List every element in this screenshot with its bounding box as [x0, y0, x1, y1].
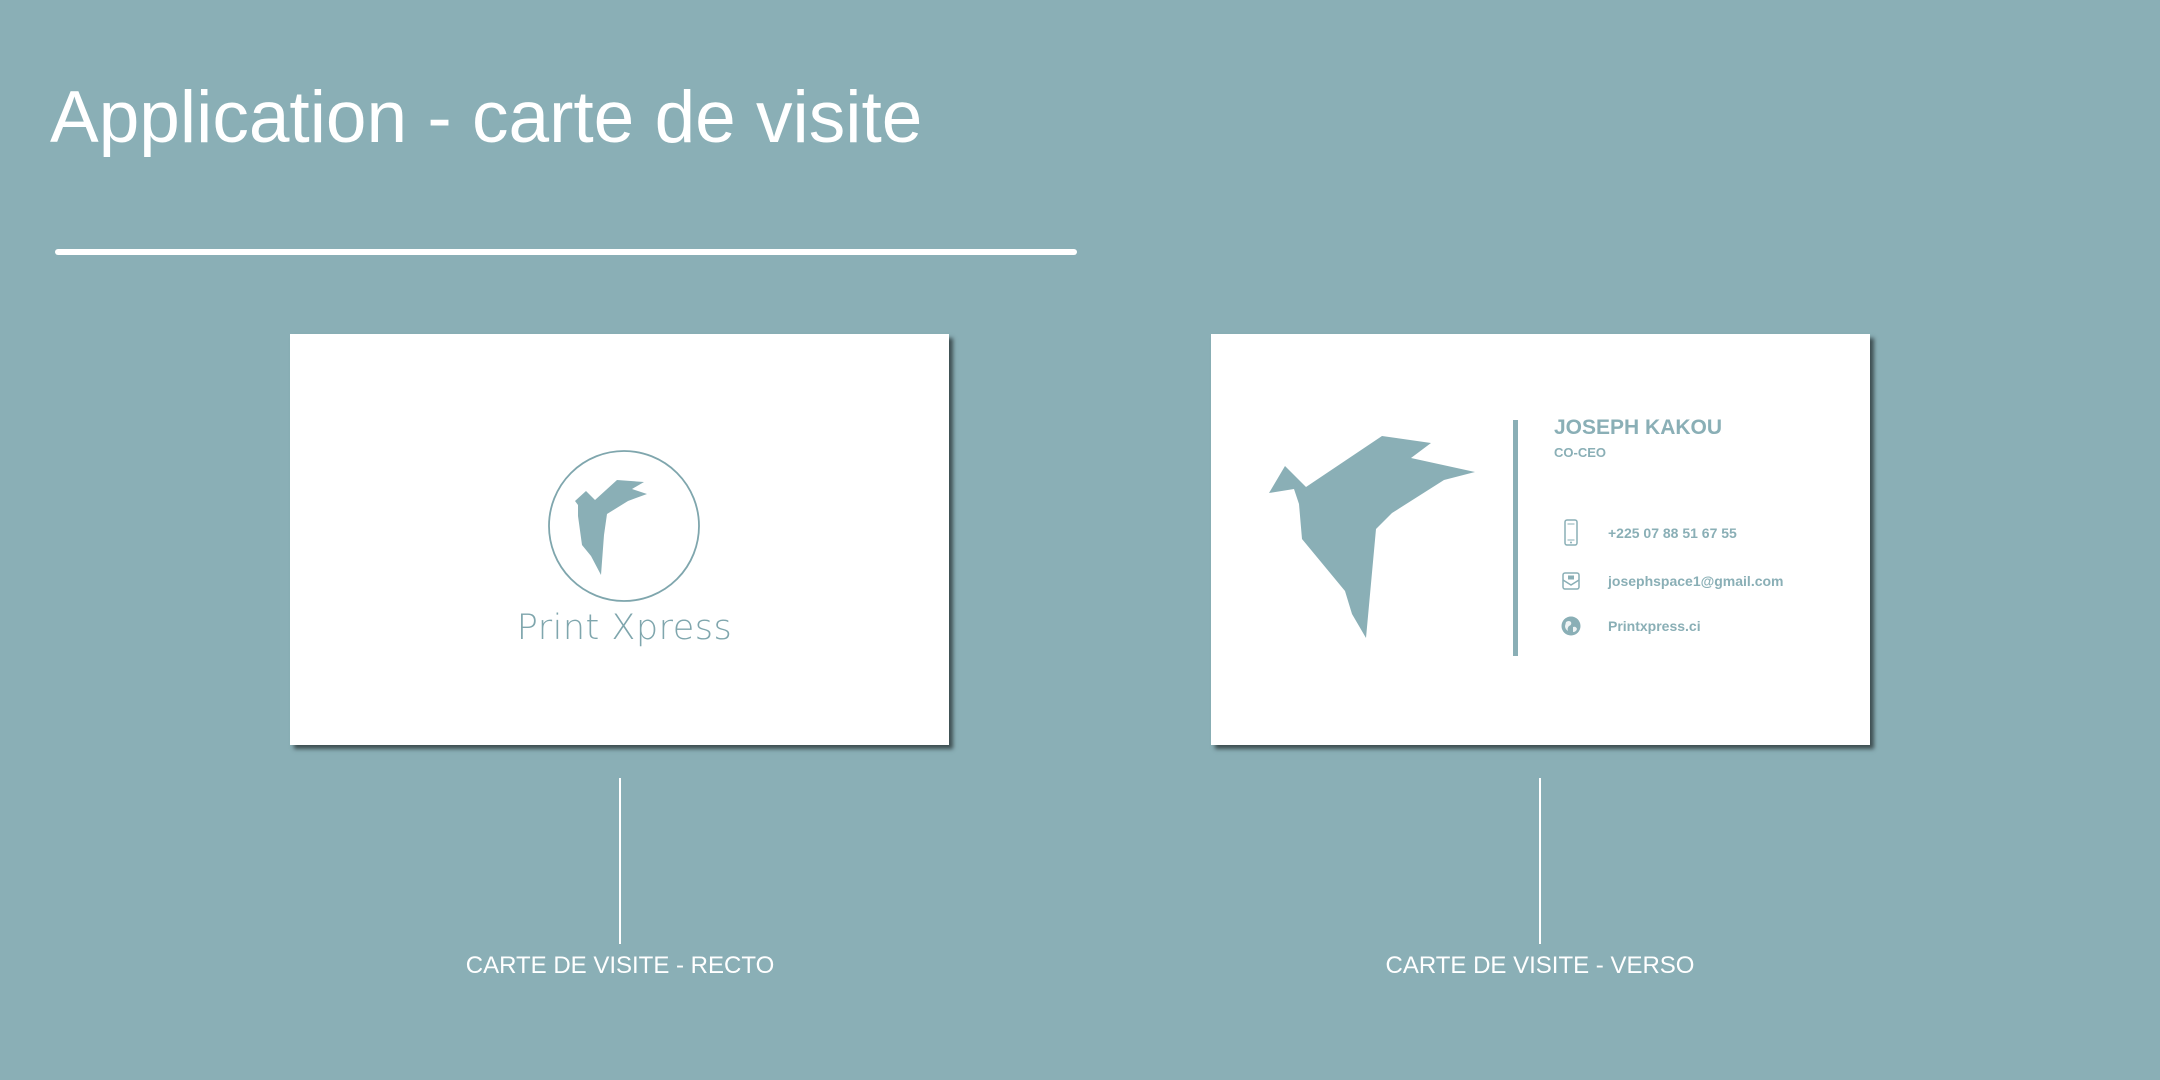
email-address: josephspace1@gmail.com [1608, 573, 1784, 589]
caption-front: CARTE DE VISITE - RECTO [465, 952, 775, 979]
phone-number: +225 07 88 51 67 55 [1608, 525, 1737, 541]
caption-back: CARTE DE VISITE - VERSO [1385, 952, 1695, 979]
globe-icon [1561, 616, 1581, 636]
person-name: JOSEPH KAKOU [1554, 416, 1723, 439]
person-role: CO-CEO [1554, 445, 1606, 460]
business-card-front: Print Xpress [290, 334, 949, 745]
bird-in-circle-logo [548, 450, 700, 602]
title-underline [55, 249, 1077, 255]
phone-icon [1564, 519, 1578, 546]
caption-connector-front [619, 778, 621, 944]
page-title: Application - carte de visite [50, 77, 923, 158]
website: Printxpress.ci [1608, 618, 1701, 634]
caption-connector-back [1539, 778, 1541, 944]
business-card-back: JOSEPH KAKOU CO-CEO +225 07 88 51 67 55 … [1211, 334, 1870, 745]
bird-icon [1269, 436, 1475, 638]
brand-name: Print Xpress [516, 608, 733, 648]
vertical-divider [1513, 420, 1518, 656]
mail-icon [1562, 572, 1580, 590]
